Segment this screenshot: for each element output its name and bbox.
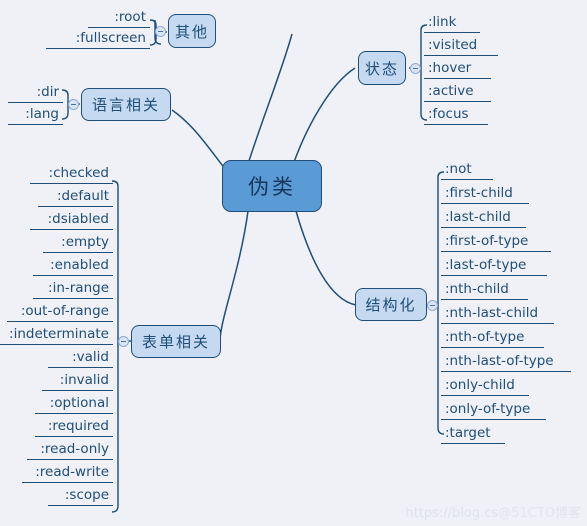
leaf-structural-8[interactable]: :nth-last-of-type <box>441 353 571 372</box>
collapse-toggle-structural[interactable] <box>427 300 438 311</box>
leaf-structural-4[interactable]: :last-of-type <box>441 257 547 276</box>
branch-label-structural: 结构化 <box>365 296 417 314</box>
leaf-form-4[interactable]: :enabled <box>33 257 113 276</box>
leaf-structural-3[interactable]: :first-of-type <box>441 233 551 252</box>
leaf-form-13[interactable]: :read-write <box>22 464 113 483</box>
edge-center-structural <box>295 210 357 306</box>
leaf-other-0[interactable]: :root <box>88 9 150 28</box>
collapse-toggle-state[interactable] <box>410 63 421 74</box>
leaf-structural-5[interactable]: :nth-child <box>441 281 528 300</box>
leaf-state-2[interactable]: :hover <box>424 60 491 79</box>
leaf-structural-1[interactable]: :first-child <box>441 185 529 204</box>
edge-center-state <box>292 67 356 166</box>
leaf-form-6[interactable]: :out-of-range <box>7 303 113 322</box>
leaf-form-10[interactable]: :optional <box>35 395 113 414</box>
leaf-form-1[interactable]: :default <box>38 188 113 207</box>
leaf-state-1[interactable]: :visited <box>424 37 498 56</box>
collapse-toggle-language[interactable] <box>68 99 79 110</box>
collapse-toggle-form[interactable] <box>118 336 129 347</box>
leaf-form-8[interactable]: :valid <box>48 349 113 368</box>
leaf-structural-6[interactable]: :nth-last-child <box>441 305 554 324</box>
leaf-state-0[interactable]: :link <box>424 14 480 33</box>
center-node-label: 伪类 <box>248 175 296 199</box>
branch-label-state: 状态 <box>364 59 399 78</box>
branch-node-language[interactable]: 语言相关 <box>81 88 171 121</box>
leaf-form-0[interactable]: :checked <box>30 165 113 184</box>
branch-node-form[interactable]: 表单相关 <box>131 325 221 358</box>
leaf-form-12[interactable]: :read-only <box>27 441 113 460</box>
branch-label-other: 其他 <box>174 22 209 41</box>
watermark-url: https://blog.cs <box>405 506 499 521</box>
edge-center-form <box>219 210 249 342</box>
branch-label-language: 语言相关 <box>91 96 160 114</box>
edge-center-language <box>171 109 227 171</box>
leaf-structural-9[interactable]: :only-child <box>441 377 529 396</box>
leaf-structural-11[interactable]: :target <box>441 425 505 444</box>
mindmap-canvas: 伪类 其他 :root :fullscreen 语言相关 :dir :lang … <box>0 0 587 526</box>
leaf-form-7[interactable]: :indeterminate <box>0 326 113 345</box>
branch-node-other[interactable]: 其他 <box>168 14 216 48</box>
watermark: https://blog.cs@51CTO博客 <box>405 502 581 521</box>
leaf-structural-2[interactable]: :last-child <box>441 209 526 228</box>
leaf-structural-10[interactable]: :only-of-type <box>441 401 546 420</box>
leaf-form-11[interactable]: :required <box>35 418 113 437</box>
leaf-form-5[interactable]: :in-range <box>33 280 113 299</box>
edge-center-other <box>247 33 293 165</box>
collapse-toggle-other[interactable] <box>155 26 166 37</box>
leaf-other-1[interactable]: :fullscreen <box>46 30 150 49</box>
branch-node-state[interactable]: 状态 <box>358 51 406 85</box>
leaf-state-3[interactable]: :active <box>424 83 491 102</box>
leaf-language-1[interactable]: :lang <box>8 106 63 125</box>
branch-label-form: 表单相关 <box>141 333 210 351</box>
leaf-form-2[interactable]: :dsiabled <box>30 211 113 230</box>
branch-node-structural[interactable]: 结构化 <box>355 288 427 321</box>
leaf-form-14[interactable]: :scope <box>48 487 113 506</box>
leaf-form-3[interactable]: :empty <box>43 234 113 253</box>
leaf-language-0[interactable]: :dir <box>8 84 63 103</box>
leaf-state-4[interactable]: :focus <box>424 106 488 125</box>
center-node[interactable]: 伪类 <box>222 160 322 212</box>
leaf-structural-0[interactable]: :not <box>441 161 493 180</box>
watermark-brand: @51CTO博客 <box>498 506 581 521</box>
leaf-form-9[interactable]: :invalid <box>42 372 113 391</box>
leaf-structural-7[interactable]: :nth-of-type <box>441 329 544 348</box>
